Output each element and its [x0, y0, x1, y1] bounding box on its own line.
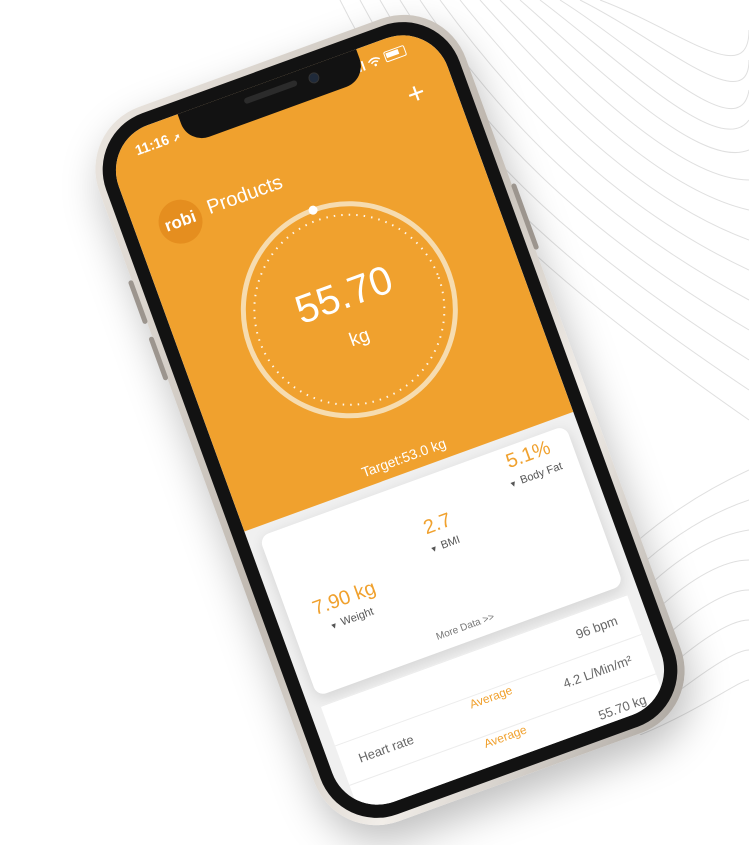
metric-weight[interactable]: 7.90 kg ▼Weight	[289, 569, 406, 643]
down-triangle-icon: ▼	[508, 478, 519, 490]
camera	[306, 70, 321, 85]
metric-bmi[interactable]: 2.7 ▼BMI	[382, 495, 499, 569]
detail-value: 96 bpm	[573, 612, 620, 642]
down-triangle-icon: ▼	[328, 620, 340, 632]
down-triangle-icon: ▼	[428, 543, 440, 555]
